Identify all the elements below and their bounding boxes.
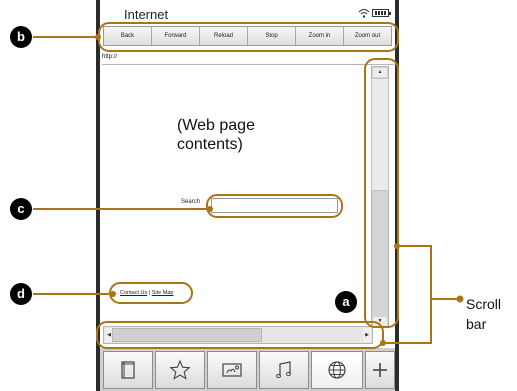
url-field[interactable]: http:// — [102, 54, 117, 60]
app-title: Internet — [124, 7, 169, 22]
dock-more-button[interactable] — [365, 351, 395, 389]
star-icon — [169, 359, 191, 380]
picture-icon — [222, 363, 242, 377]
dock-photos-button[interactable] — [207, 351, 257, 389]
battery-icon — [372, 9, 391, 17]
dock-book-button[interactable] — [103, 351, 153, 389]
callout-badge-a: a — [335, 291, 357, 313]
search-label: Search — [181, 199, 201, 205]
callout-badge-d: d — [10, 283, 32, 305]
page-contents-placeholder: (Web page contents) — [177, 117, 255, 153]
globe-icon — [328, 361, 346, 379]
book-icon — [121, 361, 135, 379]
callout-horizontal-scrollbar-highlight — [96, 321, 384, 349]
callout-toolbar-highlight — [98, 22, 399, 52]
callout-vertical-scrollbar-highlight — [364, 58, 399, 328]
callout-badge-c: c — [10, 198, 32, 220]
dock-favorites-button[interactable] — [155, 351, 205, 389]
wifi-icon — [358, 9, 370, 18]
plus-icon — [373, 363, 387, 377]
music-icon — [276, 361, 291, 379]
callout-links-highlight — [109, 282, 193, 304]
url-bar[interactable] — [102, 52, 394, 65]
dock-internet-button[interactable] — [311, 351, 363, 389]
callout-badge-b: b — [10, 26, 32, 48]
dock-music-button[interactable] — [259, 351, 309, 389]
scroll-bar-callout-label: Scroll bar — [466, 296, 502, 332]
callout-search-highlight — [206, 194, 343, 218]
